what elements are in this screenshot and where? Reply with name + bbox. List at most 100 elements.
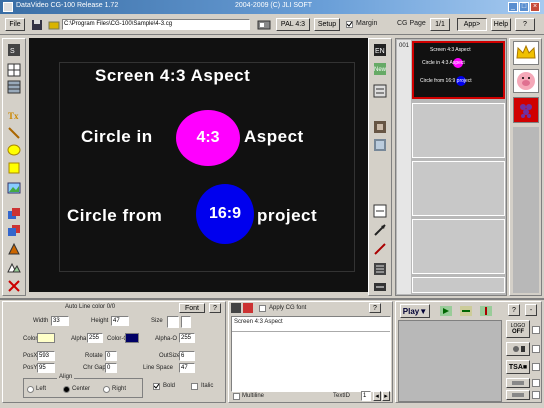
play-minimize-button[interactable]: - <box>525 304 537 316</box>
magenta-circle[interactable]: 4:3 <box>176 110 240 166</box>
extra-checkbox-2[interactable] <box>532 391 540 399</box>
layer-icon[interactable] <box>372 203 388 219</box>
help-question-button[interactable]: ? <box>515 18 535 31</box>
alpha-o-field[interactable]: 255 <box>179 333 195 343</box>
align-tool-icon[interactable] <box>6 241 22 257</box>
alpha-field[interactable]: 255 <box>87 333 103 343</box>
arrow-up-icon[interactable] <box>372 222 388 238</box>
text-content-box[interactable]: Screen 4:3 Aspect <box>231 316 391 392</box>
page-thumbnail-5[interactable] <box>412 277 505 293</box>
grapes-icon[interactable] <box>513 97 539 123</box>
logo-off-button[interactable]: LOGO OFF <box>506 320 530 338</box>
multiline-checkbox[interactable] <box>233 393 240 400</box>
chr-gap-field[interactable]: 0 <box>105 363 117 373</box>
align-left-radio[interactable] <box>27 386 34 393</box>
screen-line-2-right[interactable]: Aspect <box>244 127 304 147</box>
textid-prev-button[interactable]: ◂ <box>373 391 381 401</box>
pig-face-icon[interactable] <box>513 69 539 93</box>
outsize-field[interactable]: 6 <box>179 351 195 361</box>
transition-icon-2[interactable] <box>458 303 474 319</box>
shape-tool-icon[interactable] <box>6 259 22 275</box>
extra-button-1[interactable] <box>506 378 530 388</box>
pal-aspect-button[interactable]: PAL 4:3 <box>276 18 310 31</box>
new-page-icon[interactable]: New <box>372 61 388 77</box>
bring-front-icon[interactable] <box>6 206 22 222</box>
properties-help-button[interactable]: ? <box>209 303 221 313</box>
margin-checkbox[interactable] <box>346 21 353 28</box>
photo-icon[interactable] <box>372 137 388 153</box>
bold-checkbox[interactable] <box>153 383 160 390</box>
select-tool-icon[interactable]: S <box>6 42 22 58</box>
image-tool-icon[interactable] <box>6 180 22 196</box>
extra-button-2[interactable] <box>506 390 530 400</box>
arrow-tool-icon[interactable] <box>372 241 388 257</box>
page-thumbnail-4[interactable] <box>412 219 505 274</box>
screen-line-3-right[interactable]: project <box>257 206 317 226</box>
align-center-radio[interactable] <box>63 386 70 393</box>
page-thumbnail-selected[interactable]: Screen 4:3 Aspect Circle in 4:3 Aspect C… <box>412 41 505 99</box>
close-button[interactable]: × <box>530 2 540 12</box>
width-field[interactable]: 33 <box>51 316 69 326</box>
textid-field[interactable]: 1 <box>361 391 371 401</box>
logo-option-checkbox[interactable] <box>532 326 540 334</box>
size-spin[interactable] <box>181 316 191 328</box>
help-button[interactable]: Help <box>491 18 511 31</box>
settings-checkbox[interactable] <box>532 345 540 353</box>
en-language-icon[interactable]: EN <box>372 42 388 58</box>
minimize-button[interactable]: _ <box>508 2 518 12</box>
table-tool-icon[interactable] <box>6 79 22 95</box>
roll-icon[interactable] <box>372 261 388 277</box>
color-picker-icon[interactable] <box>243 303 253 313</box>
rectangle-tool-icon[interactable] <box>6 160 22 176</box>
cg-screen-canvas[interactable]: Screen 4:3 Aspect Circle in 4:3 Aspect C… <box>29 38 386 292</box>
line-space-field[interactable]: 47 <box>179 363 195 373</box>
file-path-field[interactable]: C:\Program Files\CG-100\Sample\4-3.cg <box>62 19 250 30</box>
ellipse-tool-icon[interactable] <box>6 142 22 158</box>
delete-icon[interactable] <box>6 278 22 294</box>
align-right-radio[interactable] <box>103 386 110 393</box>
height-field[interactable]: 47 <box>111 316 129 326</box>
size-field[interactable] <box>167 316 179 328</box>
file-menu-button[interactable]: File <box>5 18 25 31</box>
play-button[interactable]: Play ▼ <box>400 304 430 318</box>
app-button[interactable]: App> <box>457 18 487 31</box>
extra-checkbox-1[interactable] <box>532 379 540 387</box>
posx-field[interactable]: 593 <box>37 351 55 361</box>
open-icon[interactable] <box>46 17 62 33</box>
screen-line-2-left[interactable]: Circle in <box>81 127 153 147</box>
textid-next-button[interactable]: ▸ <box>382 391 390 401</box>
page-thumbnail-2[interactable] <box>412 103 505 158</box>
crawl-icon[interactable] <box>372 279 388 295</box>
rotate-field[interactable]: 0 <box>105 351 117 361</box>
font-button[interactable]: Font <box>179 303 205 313</box>
outline-color-swatch[interactable] <box>125 333 139 343</box>
send-back-icon[interactable] <box>6 223 22 239</box>
screen-line-1[interactable]: Screen 4:3 Aspect <box>95 66 250 86</box>
layout-icon[interactable] <box>256 17 272 33</box>
italic-checkbox[interactable] <box>191 383 198 390</box>
text-help-button[interactable]: ? <box>369 303 381 313</box>
line-tool-icon[interactable] <box>6 125 22 141</box>
save-icon[interactable] <box>29 17 45 33</box>
text-tool-icon[interactable]: Tx <box>6 107 22 123</box>
color-swatch[interactable] <box>37 333 55 343</box>
maximize-button[interactable]: □ <box>519 2 529 12</box>
setup-button[interactable]: Setup <box>314 18 340 31</box>
apply-cg-font-checkbox[interactable] <box>259 305 266 312</box>
transition-icon-3[interactable] <box>478 303 494 319</box>
tsa-checkbox[interactable] <box>532 363 540 371</box>
film-icon[interactable] <box>372 119 388 135</box>
page-thumbnail-3[interactable] <box>412 161 505 216</box>
posy-field[interactable]: 95 <box>37 363 55 373</box>
transition-icon-1[interactable] <box>438 303 454 319</box>
crown-icon[interactable] <box>513 41 539 65</box>
play-help-button[interactable]: ? <box>508 304 520 316</box>
tsa-button[interactable]: TSA ■ <box>506 360 530 374</box>
screen-line-3-left[interactable]: Circle from <box>67 206 162 226</box>
page-edit-icon[interactable] <box>372 83 388 99</box>
page-counter[interactable]: 1/1 <box>430 18 450 31</box>
settings-button[interactable] <box>506 342 530 356</box>
blue-circle[interactable]: 16:9 <box>196 184 254 244</box>
grid-tool-icon[interactable] <box>6 62 22 78</box>
font-picker-icon[interactable] <box>231 303 241 313</box>
